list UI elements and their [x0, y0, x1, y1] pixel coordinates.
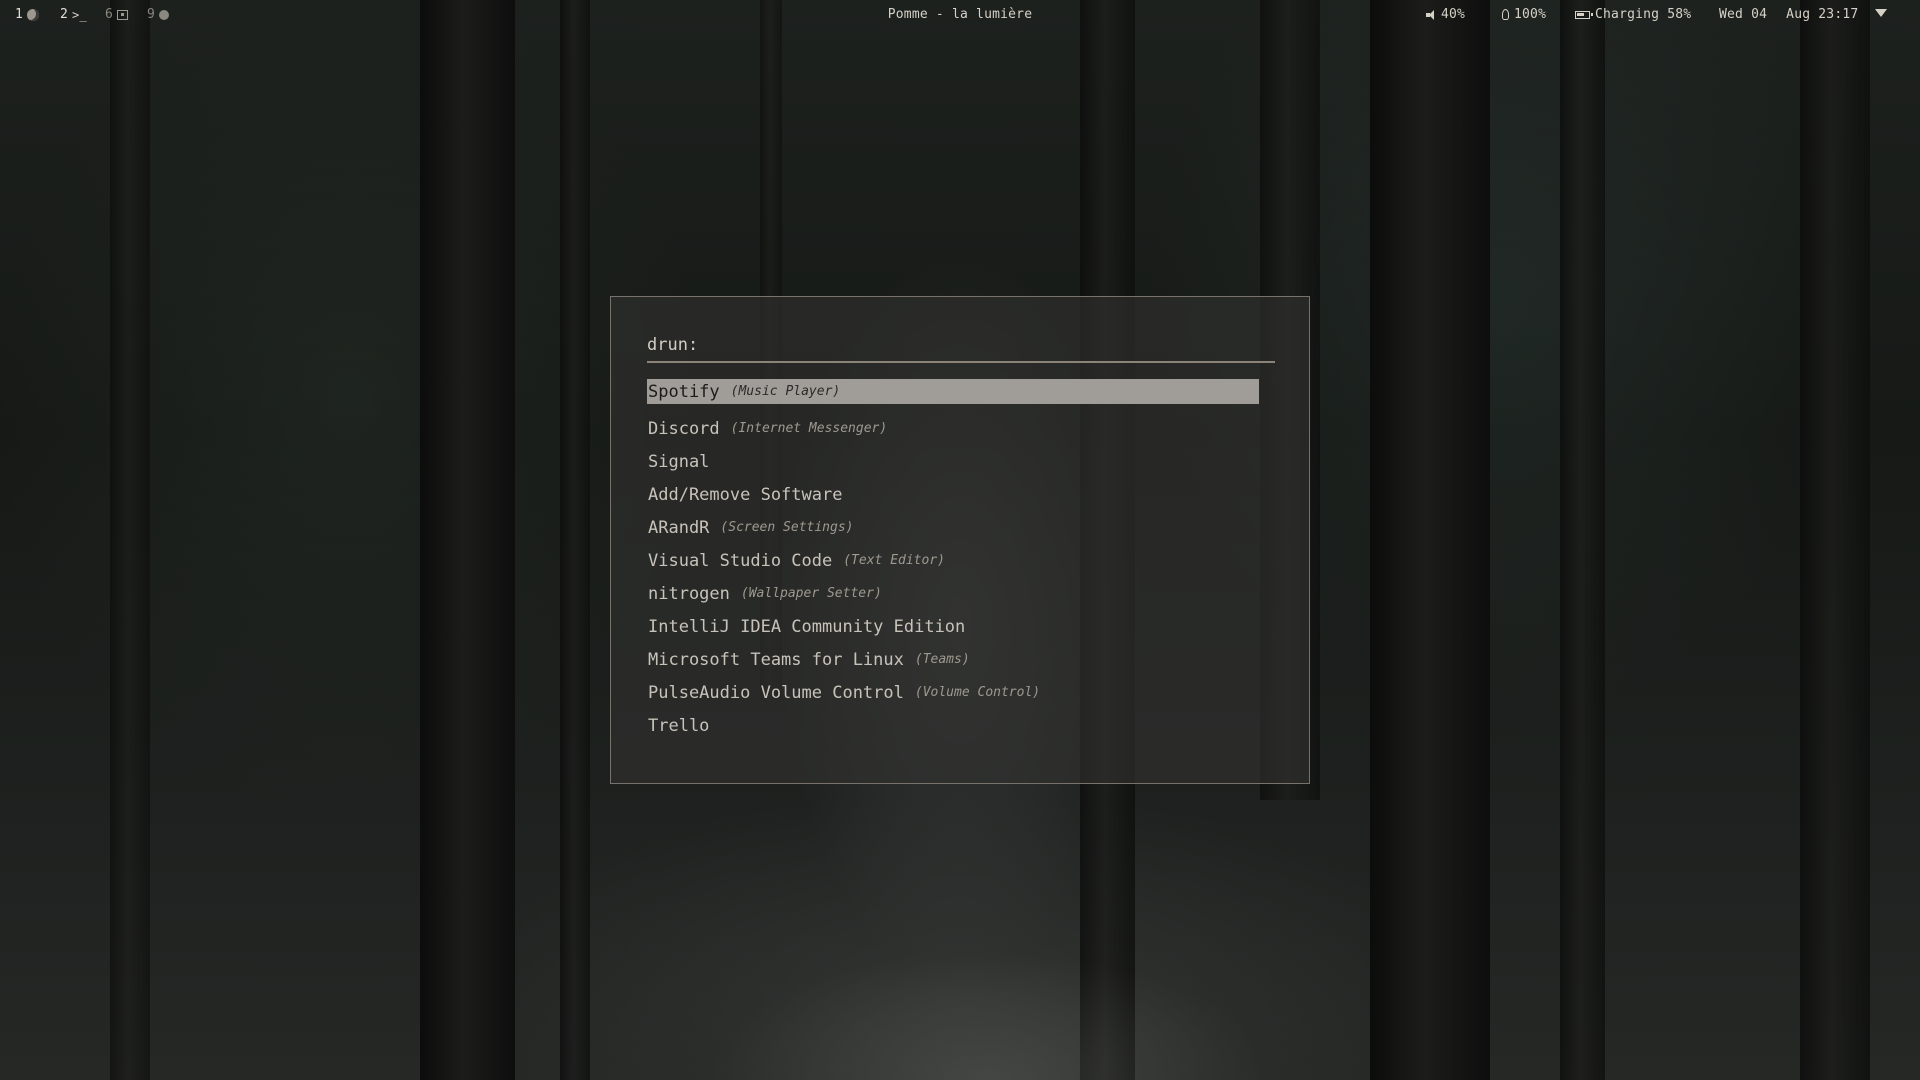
top-bar: 1 2 >_ 6 9 Pomme - la lumière 40% 100% C…	[0, 0, 1920, 28]
speaker-icon	[1426, 9, 1436, 20]
brightness-value: 100%	[1514, 7, 1547, 22]
entry-name: Signal	[648, 451, 710, 472]
launcher-entry[interactable]: Spotify (Music Player)	[647, 379, 1259, 404]
date-text: Wed 04	[1719, 7, 1768, 22]
entry-generic-name: (Screen Settings)	[720, 520, 854, 535]
wifi-icon	[1875, 9, 1887, 17]
volume-value: 40%	[1441, 7, 1466, 22]
launcher-search-input[interactable]: drun:	[647, 335, 1275, 363]
time-text: Aug 23:17	[1786, 7, 1859, 22]
battery-value: Charging 58%	[1595, 7, 1692, 22]
launcher-entry[interactable]: PulseAudio Volume Control (Volume Control…	[647, 676, 1259, 709]
app-launcher: drun: Spotify (Music Player) Discord (Inte…	[610, 296, 1310, 784]
entry-generic-name: (Internet Messenger)	[730, 421, 888, 436]
launcher-entry-list: Spotify (Music Player) Discord (Internet M…	[647, 379, 1259, 742]
launcher-entry[interactable]: Microsoft Teams for Linux (Teams)	[647, 643, 1259, 676]
clock[interactable]: Wed 04 Aug 23:17	[1719, 7, 1858, 22]
entry-name: ARandR	[648, 517, 710, 538]
entry-name: Trello	[648, 715, 710, 736]
launcher-prompt: drun:	[647, 335, 699, 355]
network-indicator[interactable]	[1875, 9, 1887, 17]
launcher-entry[interactable]: nitrogen (Wallpaper Setter)	[647, 577, 1259, 610]
launcher-entry[interactable]: Discord (Internet Messenger)	[647, 412, 1259, 445]
entry-generic-name: (Teams)	[914, 652, 970, 667]
battery-icon	[1575, 10, 1593, 19]
entry-name: nitrogen	[648, 583, 730, 604]
lightbulb-icon	[1502, 9, 1509, 20]
entry-generic-name: (Text Editor)	[843, 553, 945, 568]
entry-name: IntelliJ IDEA Community Edition	[648, 616, 966, 637]
entry-name: Spotify	[648, 381, 720, 402]
launcher-entry[interactable]: ARandR (Screen Settings)	[647, 511, 1259, 544]
launcher-entry[interactable]: IntelliJ IDEA Community Edition	[647, 610, 1259, 643]
entry-generic-name: (Music Player)	[730, 384, 841, 399]
entry-generic-name: (Wallpaper Setter)	[740, 586, 882, 601]
launcher-entry[interactable]: Trello	[647, 709, 1259, 742]
launcher-entry[interactable]: Signal	[647, 445, 1259, 478]
entry-name: Visual Studio Code	[648, 550, 833, 571]
launcher-entry[interactable]: Visual Studio Code (Text Editor)	[647, 544, 1259, 577]
volume-indicator[interactable]: 40%	[1426, 7, 1465, 22]
battery-indicator[interactable]: Charging 58%	[1575, 7, 1691, 22]
brightness-indicator[interactable]: 100%	[1502, 7, 1546, 22]
launcher-entry[interactable]: Add/Remove Software	[647, 478, 1259, 511]
entry-name: Add/Remove Software	[648, 484, 843, 505]
entry-name: Discord	[648, 418, 720, 439]
entry-generic-name: (Volume Control)	[914, 685, 1041, 700]
entry-name: PulseAudio Volume Control	[648, 682, 904, 703]
entry-name: Microsoft Teams for Linux	[648, 649, 904, 670]
